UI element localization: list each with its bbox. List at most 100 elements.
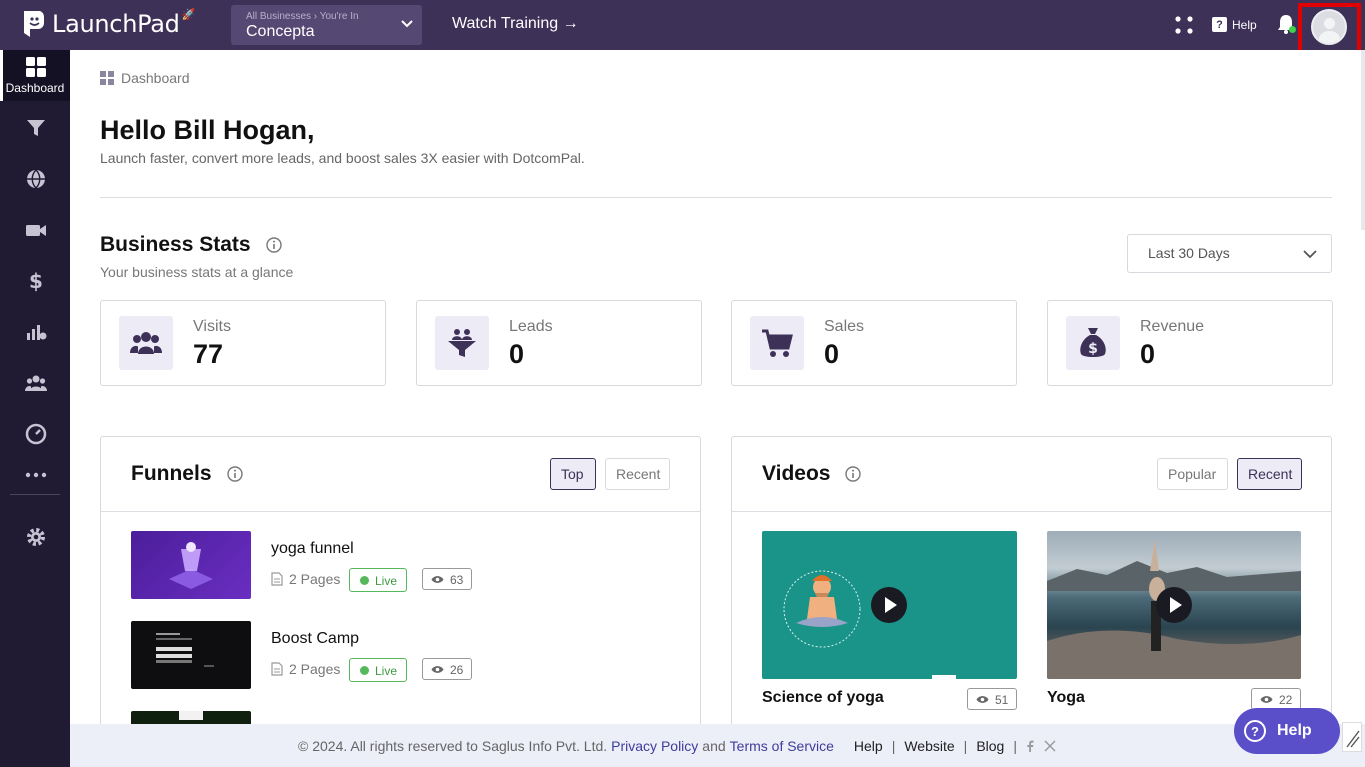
stat-card-leads: Leads 0 (416, 300, 702, 386)
videos-panel: Videos Popular Recent Science of yoga 51 (731, 436, 1332, 724)
funnel-thumbnail (131, 531, 251, 599)
chevron-down-icon (1303, 250, 1317, 259)
facebook-icon[interactable] (1026, 740, 1034, 752)
logo[interactable]: LaunchPad 🚀 (22, 9, 195, 39)
status-badge: Live (349, 568, 407, 592)
info-icon[interactable] (226, 466, 243, 482)
date-range-select[interactable]: Last 30 Days (1127, 234, 1332, 273)
funnel-pages: 2 Pages (271, 571, 340, 587)
separator: | (963, 738, 968, 754)
svg-text:$: $ (1088, 341, 1098, 357)
date-range-value: Last 30 Days (1148, 245, 1230, 261)
money-bag-icon: $ (1066, 316, 1120, 370)
divider (100, 197, 1332, 198)
floating-help-button[interactable]: ? Help (1234, 708, 1340, 754)
info-icon[interactable] (265, 237, 282, 253)
footer: © 2024. All rights reserved to Saglus In… (70, 724, 1365, 767)
funnel-thumbnail (131, 711, 251, 724)
divider (732, 511, 1331, 512)
funnel-pages-count: 2 Pages (289, 661, 341, 677)
video-title[interactable]: Yoga (1047, 689, 1085, 707)
list-item[interactable]: Boost Camp 2 Pages Live 26 (131, 621, 691, 691)
stat-card-visits: Visits 77 (100, 300, 386, 386)
globe-icon[interactable] (25, 168, 47, 190)
terms-link[interactable]: Terms of Service (730, 738, 834, 754)
x-twitter-icon[interactable] (1044, 740, 1056, 752)
rocket-icon: 🚀 (181, 8, 196, 21)
cart-icon (750, 316, 804, 370)
tab-recent[interactable]: Recent (605, 458, 670, 490)
breadcrumb: Dashboard (100, 70, 190, 86)
video-thumbnail[interactable] (1047, 531, 1301, 679)
tab-popular[interactable]: Popular (1157, 458, 1228, 490)
eye-icon (431, 576, 444, 583)
settings-icon[interactable] (25, 526, 47, 548)
leads-funnel-icon (435, 316, 489, 370)
info-icon[interactable] (845, 466, 862, 482)
funnel-name[interactable]: Boost Camp (271, 630, 359, 648)
views-badge: 63 (422, 568, 472, 590)
sidebar-item-dashboard[interactable]: Dashboard (0, 50, 70, 101)
users-icon[interactable] (25, 372, 47, 394)
video-thumbnail[interactable] (762, 531, 1017, 679)
footer-help-link[interactable]: Help (854, 738, 883, 754)
main-content: Dashboard Hello Bill Hogan, Launch faste… (70, 50, 1365, 724)
privacy-policy-link[interactable]: Privacy Policy (611, 738, 698, 754)
status-badge-label: Live (375, 574, 398, 588)
business-stats-title: Business Stats (100, 233, 282, 257)
more-icon[interactable] (25, 464, 47, 486)
divider (101, 511, 700, 512)
video-icon[interactable] (25, 219, 47, 241)
stat-label: Leads (509, 318, 553, 335)
funnel-pages-count: 2 Pages (289, 571, 341, 587)
dollar-icon[interactable]: $ (25, 270, 47, 292)
status-badge-label: Live (375, 664, 398, 678)
visitors-icon (119, 316, 173, 370)
views-count: 51 (995, 693, 1009, 707)
breadcrumb-label: Dashboard (121, 70, 190, 86)
help-icon: ? (1212, 17, 1227, 32)
scrollbar[interactable] (1361, 50, 1365, 230)
side-panel-toggle[interactable] (1342, 722, 1362, 752)
views-badge: 22 (1251, 688, 1301, 710)
sidebar-item-label: Dashboard (5, 81, 65, 95)
stat-label: Visits (193, 318, 231, 335)
funnel-pages: 2 Pages (271, 661, 340, 677)
stat-card-sales: Sales 0 (731, 300, 1017, 386)
business-stats-heading: Business Stats (100, 233, 251, 256)
live-dot (360, 666, 369, 675)
footer-blog-link[interactable]: Blog (976, 738, 1004, 754)
app-name: LaunchPad (52, 10, 180, 38)
list-item[interactable] (131, 711, 691, 724)
play-icon[interactable] (871, 587, 907, 623)
list-item[interactable]: yoga funnel 2 Pages Live 63 (131, 531, 691, 601)
tab-recent[interactable]: Recent (1237, 458, 1302, 490)
video-title[interactable]: Science of yoga (762, 689, 884, 707)
business-select-caption: All Businesses › You're In (246, 11, 359, 22)
tab-top[interactable]: Top (550, 458, 596, 490)
funnels-panel: Funnels Top Recent yoga funnel 2 Pages L… (100, 436, 701, 724)
help-menu-button[interactable]: ? Help (1212, 17, 1257, 32)
top-bar: LaunchPad 🚀 All Businesses › You're In C… (0, 0, 1365, 50)
views-badge: 51 (967, 688, 1017, 710)
footer-website-link[interactable]: Website (904, 738, 954, 754)
svg-text:$: $ (29, 270, 43, 292)
analytics-icon[interactable] (25, 321, 47, 343)
watch-training-link[interactable]: Watch Training → (452, 15, 579, 33)
stat-value: 77 (193, 339, 224, 369)
stat-card-revenue: $ Revenue 0 (1047, 300, 1333, 386)
dashboard-icon (100, 71, 114, 85)
business-name: Concepta (246, 23, 315, 40)
apps-grid-icon[interactable] (1175, 16, 1193, 34)
resize-icon (1346, 730, 1360, 748)
logo-icon (24, 11, 45, 37)
funnel-name[interactable]: yoga funnel (271, 540, 354, 558)
gauge-icon[interactable] (25, 423, 47, 445)
stat-value: 0 (509, 339, 525, 369)
stat-label: Sales (824, 318, 865, 335)
play-icon[interactable] (1156, 587, 1192, 623)
funnel-icon[interactable] (25, 117, 47, 139)
views-count: 22 (1279, 693, 1293, 707)
business-select[interactable]: All Businesses › You're In Concepta (231, 5, 422, 45)
business-stats-subtitle: Your business stats at a glance (100, 264, 294, 280)
